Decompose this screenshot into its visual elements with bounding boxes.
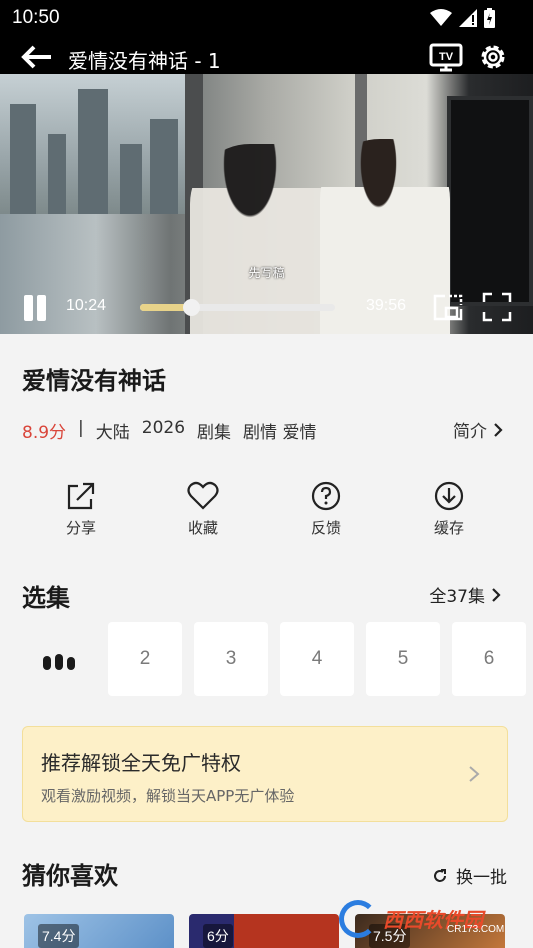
chevron-right-icon bbox=[469, 766, 480, 782]
recommend-score: 7.4分 bbox=[38, 924, 80, 948]
chevron-right-icon bbox=[494, 422, 503, 437]
pause-bar-right bbox=[37, 295, 46, 321]
status-bar: 10:50 bbox=[0, 0, 533, 36]
gear-icon[interactable] bbox=[477, 41, 509, 73]
show-genres: 剧情 爱情 bbox=[243, 423, 317, 443]
show-score: 8.9分 bbox=[22, 423, 67, 443]
recommend-card[interactable]: 6分 bbox=[189, 914, 339, 948]
promo-subtitle: 观看激励视频，解锁当天APP无广体验 bbox=[41, 787, 295, 805]
pause-button[interactable] bbox=[22, 293, 48, 323]
watermark-logo: 西西软件园 CR173.COM bbox=[335, 898, 517, 942]
show-type: 剧集 bbox=[197, 423, 232, 443]
show-region: 大陆 bbox=[95, 423, 130, 443]
progress-thumb[interactable] bbox=[182, 299, 200, 316]
favorite-label: 收藏 bbox=[187, 519, 218, 537]
heart-icon bbox=[187, 481, 219, 510]
player-top-bar: 爱情没有神话 - 1 TV bbox=[0, 36, 533, 78]
share-icon bbox=[67, 482, 95, 510]
action-bar: 分享 收藏 反馈 缓存 bbox=[0, 480, 533, 540]
pause-bar-left bbox=[24, 295, 33, 321]
share-label: 分享 bbox=[65, 519, 96, 537]
episode-item[interactable]: 5 bbox=[366, 622, 440, 696]
show-meta: 8.9分 | 大陆 2026 剧集 剧情 爱情 bbox=[22, 418, 328, 443]
watermark-c-icon bbox=[339, 900, 377, 938]
feedback-label: 反馈 bbox=[310, 519, 341, 537]
share-button[interactable]: 分享 bbox=[46, 480, 116, 538]
meta-separator: | bbox=[78, 418, 84, 438]
recommend-card[interactable]: 7.4分 bbox=[24, 914, 174, 948]
chevron-right-icon bbox=[492, 587, 501, 602]
episode-list: 2 3 4 5 6 bbox=[22, 622, 533, 696]
video-subtitle: 先写稿 bbox=[248, 266, 285, 280]
back-arrow-icon[interactable] bbox=[20, 42, 54, 72]
refresh-label: 换一批 bbox=[456, 868, 507, 888]
watermark-sub: CR173.COM bbox=[447, 924, 505, 935]
feedback-button[interactable]: 反馈 bbox=[291, 480, 361, 538]
video-cityscape bbox=[0, 74, 185, 214]
playing-bars-icon bbox=[43, 654, 77, 670]
pip-icon[interactable] bbox=[431, 292, 465, 322]
fullscreen-icon[interactable] bbox=[481, 291, 513, 323]
video-player[interactable]: 爱情没有神话 - 1 TV 先写稿 10:24 39:56 bbox=[0, 36, 533, 334]
intro-link[interactable]: 简介 bbox=[453, 417, 503, 442]
promo-title: 推荐解锁全天免广特权 bbox=[41, 751, 241, 775]
detail-panel: 爱情没有神话 8.9分 | 大陆 2026 剧集 剧情 爱情 简介 分享 收藏 … bbox=[0, 334, 533, 948]
episode-item[interactable]: 3 bbox=[194, 622, 268, 696]
favorite-button[interactable]: 收藏 bbox=[168, 480, 238, 538]
wifi-icon bbox=[430, 9, 452, 26]
battery-icon bbox=[484, 8, 495, 28]
current-time: 10:24 bbox=[66, 297, 107, 314]
download-icon bbox=[434, 481, 464, 511]
recommend-score: 6分 bbox=[203, 924, 233, 948]
player-title: 爱情没有神话 - 1 bbox=[68, 49, 221, 73]
cache-button[interactable]: 缓存 bbox=[414, 480, 484, 538]
refresh-icon bbox=[434, 868, 446, 882]
recommend-title: 猜你喜欢 bbox=[22, 862, 118, 890]
status-time: 10:50 bbox=[12, 7, 60, 28]
tv-cast-icon[interactable]: TV bbox=[429, 42, 463, 72]
episodes-title: 选集 bbox=[22, 584, 70, 612]
episode-item[interactable]: 2 bbox=[108, 622, 182, 696]
svg-text:TV: TV bbox=[439, 51, 454, 63]
cache-label: 缓存 bbox=[433, 519, 464, 537]
player-controls: 10:24 39:56 bbox=[0, 288, 533, 328]
promo-banner[interactable]: 推荐解锁全天免广特权 观看激励视频，解锁当天APP无广体验 bbox=[22, 726, 508, 822]
refresh-button[interactable]: 换一批 bbox=[432, 863, 507, 888]
episode-item[interactable]: 4 bbox=[280, 622, 354, 696]
episode-item-playing[interactable] bbox=[22, 622, 96, 696]
all-episodes-link[interactable]: 全37集 bbox=[429, 582, 501, 607]
progress-bar[interactable] bbox=[140, 299, 335, 316]
total-time: 39:56 bbox=[366, 297, 407, 314]
question-icon bbox=[311, 481, 341, 511]
show-title: 爱情没有神话 bbox=[22, 367, 166, 395]
status-icons bbox=[430, 8, 495, 28]
show-year: 2026 bbox=[141, 418, 186, 438]
all-episodes-label: 全37集 bbox=[429, 587, 485, 607]
intro-label: 简介 bbox=[453, 422, 487, 442]
episode-item[interactable]: 6 bbox=[452, 622, 526, 696]
signal-icon bbox=[459, 9, 477, 27]
